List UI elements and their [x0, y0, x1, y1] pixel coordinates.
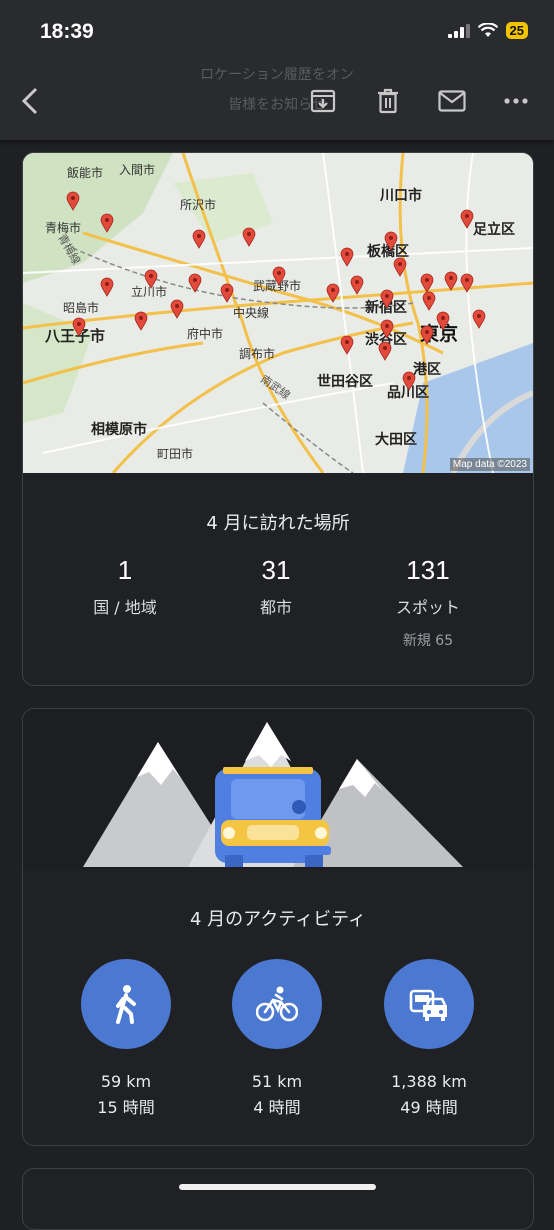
- transport-circle: [384, 959, 474, 1049]
- map-pin-icon: [188, 273, 202, 293]
- more-icon: [504, 98, 528, 104]
- walking-icon: [116, 985, 136, 1024]
- activity-illustration: [23, 709, 533, 869]
- map-pin-icon: [100, 277, 114, 297]
- map-pin-icon: [100, 213, 114, 233]
- map-pin-icon: [380, 289, 394, 309]
- map-pins: [23, 153, 533, 473]
- map-pin-icon: [242, 227, 256, 247]
- map-pin-icon: [326, 283, 340, 303]
- status-time: 18:39: [40, 20, 94, 43]
- map-pin-icon: [220, 283, 234, 303]
- cycling-icon: [256, 986, 298, 1022]
- map-pin-icon: [422, 291, 436, 311]
- map-pin-icon: [272, 266, 286, 286]
- archive-button[interactable]: [306, 84, 340, 118]
- map-pin-icon: [393, 257, 407, 277]
- stat-countries-value: 1: [117, 555, 133, 585]
- map-pin-icon: [472, 309, 486, 329]
- cycling-distance: 51 km: [251, 1072, 303, 1091]
- stat-spots-value: 131: [406, 555, 450, 585]
- map-pin-icon: [460, 273, 474, 293]
- map-attribution: Map data ©2023: [449, 458, 530, 471]
- stat-countries-label: 国 / 地域: [93, 598, 157, 617]
- status-icons: 25: [447, 22, 528, 39]
- stat-spots-label: スポット: [395, 598, 460, 617]
- map-pin-icon: [384, 231, 398, 251]
- map-pin-icon: [340, 335, 354, 355]
- battery-indicator: 25: [505, 22, 528, 39]
- status-bar: 18:39 25: [0, 0, 554, 60]
- activity-transport[interactable]: 1,388 km 49 時間: [359, 959, 499, 1121]
- map-pin-icon: [340, 247, 354, 267]
- map-pin-icon: [72, 317, 86, 337]
- map-pin-icon: [134, 311, 148, 331]
- transport-duration: 49 時間: [400, 1098, 458, 1117]
- archive-icon: [310, 89, 336, 113]
- more-button[interactable]: [499, 84, 533, 118]
- stat-spots: 131 スポット 新規 65: [353, 555, 503, 650]
- map-pin-icon: [170, 299, 184, 319]
- map-pin-icon: [192, 229, 206, 249]
- map-pin-icon: [402, 371, 416, 391]
- stat-spots-new: 新規 65: [402, 633, 454, 649]
- delete-button[interactable]: [371, 84, 405, 118]
- transport-distance: 1,388 km: [391, 1072, 467, 1091]
- faded-header-subtitle: 皆様をお知らせ: [228, 97, 326, 113]
- places-card[interactable]: 飯能市 入間市 所沢市 川口市 足立区 青梅市 青梅線 板橋区 立川市 武蔵野市…: [22, 152, 534, 686]
- stat-cities: 31 都市: [201, 555, 351, 618]
- mail-icon: [438, 90, 466, 112]
- map-pin-icon: [66, 191, 80, 211]
- map-pin-icon: [350, 275, 364, 295]
- faded-header-title: ロケーション履歴をオン: [200, 67, 354, 83]
- map-pin-icon: [380, 319, 394, 339]
- places-title: 4 月に訪れた場所: [206, 513, 350, 534]
- stat-cities-value: 31: [261, 555, 291, 585]
- map-pin-icon: [436, 311, 450, 331]
- map-pin-icon: [378, 341, 392, 361]
- visited-places-map[interactable]: 飯能市 入間市 所沢市 川口市 足立区 青梅市 青梅線 板橋区 立川市 武蔵野市…: [23, 153, 533, 473]
- transport-icon: [409, 989, 447, 1021]
- map-pin-icon: [420, 325, 434, 345]
- back-arrow-icon: [21, 87, 38, 115]
- activity-walking[interactable]: 59 km 15 時間: [56, 959, 196, 1121]
- stat-cities-label: 都市: [259, 598, 292, 617]
- map-pin-icon: [144, 269, 158, 289]
- delete-icon: [378, 88, 398, 114]
- top-toolbar: ロケーション履歴をオン 皆様をお知らせ: [0, 60, 554, 140]
- stat-countries: 1 国 / 地域: [50, 555, 200, 618]
- walking-duration: 15 時間: [97, 1098, 155, 1117]
- signal-icon: [447, 23, 470, 38]
- walking-circle: [81, 959, 171, 1049]
- next-card[interactable]: [22, 1168, 534, 1230]
- activity-card[interactable]: 4 月のアクティビティ 59 km 15 時間 51 km 4 時間 1,388…: [22, 708, 534, 1146]
- map-pin-icon: [420, 273, 434, 293]
- mail-button[interactable]: [435, 84, 469, 118]
- map-pin-icon: [460, 209, 474, 229]
- walking-distance: 59 km: [100, 1072, 152, 1091]
- cycling-circle: [232, 959, 322, 1049]
- home-indicator[interactable]: [179, 1184, 376, 1190]
- back-button[interactable]: [13, 84, 47, 118]
- map-pin-icon: [444, 271, 458, 291]
- activity-title: 4 月のアクティビティ: [189, 909, 367, 930]
- wifi-icon: [477, 23, 498, 37]
- cycling-duration: 4 時間: [253, 1098, 301, 1117]
- activity-cycling[interactable]: 51 km 4 時間: [207, 959, 347, 1121]
